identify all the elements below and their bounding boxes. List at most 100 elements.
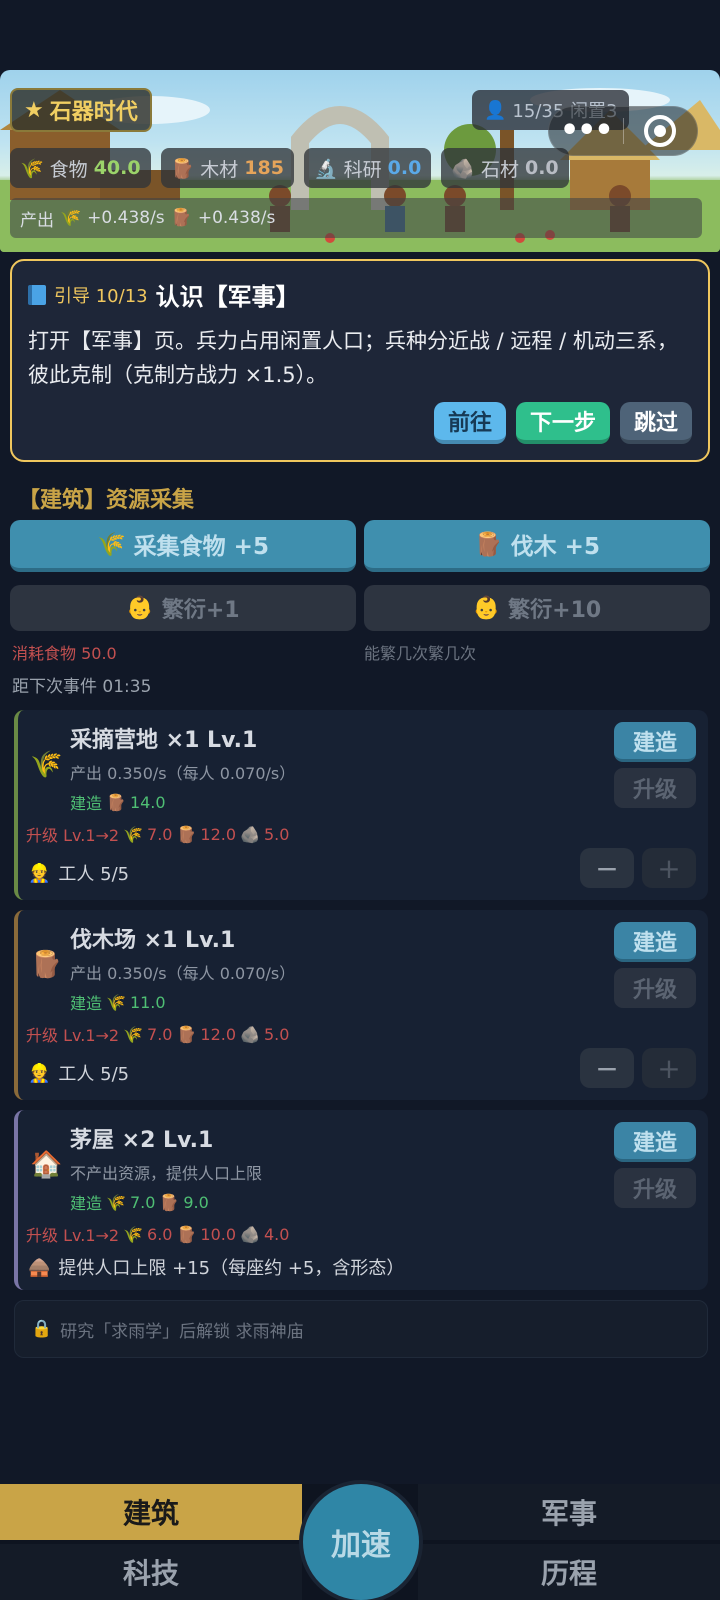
build-cost-wood: 9.0 — [183, 1192, 209, 1212]
add-worker-button[interactable]: + — [642, 1048, 696, 1088]
upgrade-stone: 4.0 — [263, 1224, 290, 1244]
breed-1-button[interactable]: 👶 繁衍+1 — [10, 585, 356, 631]
resource-label: 科研 — [343, 158, 382, 181]
resource-bar: 🌾 食物 40.0 🪵 木材 185 🔬 科研 0.0 🪨 石材 0.0 — [10, 148, 569, 188]
resource-science: 🔬 科研 0.0 — [303, 148, 432, 188]
workers-row: 👷 工人 5/5 — [28, 860, 129, 886]
breed-note: 能繁几次繁几次 — [364, 644, 477, 663]
log-icon: 🪵 — [170, 208, 192, 228]
resource-label: 石材 — [480, 158, 519, 181]
next-step-button[interactable]: 下一步 — [515, 402, 610, 444]
upgrade-wood: 12.0 — [200, 1024, 237, 1044]
log-icon: 🪵 — [176, 1224, 197, 1244]
chop-wood-label: 伐木 +5 — [510, 534, 600, 560]
building-name: 采摘营地 ×1 Lv.1 — [70, 728, 258, 753]
wheat-icon: 🌾 — [123, 824, 144, 844]
build-cost: 建造 🌾 7.0 🪵 9.0 — [70, 1190, 209, 1214]
building-card-gathering-camp: 🌾 采摘营地 ×1 Lv.1 产出 0.350/s（每人 0.070/s） 建造… — [14, 710, 708, 900]
build-button[interactable]: 建造 — [614, 722, 696, 762]
wheat-icon: 🌾 — [123, 1024, 144, 1044]
wheat-icon: 🌾 — [123, 1224, 144, 1244]
build-button[interactable]: 建造 — [614, 1122, 696, 1162]
breed-10-label: 繁衍+10 — [508, 598, 602, 623]
build-cost-label: 建造 — [70, 794, 103, 813]
house-icon: 🏠 — [30, 1150, 63, 1180]
upgrade-stone: 5.0 — [263, 1024, 290, 1044]
log-icon: 🪵 — [176, 824, 197, 844]
workers-row: 👷 工人 5/5 — [28, 1060, 129, 1086]
wheat-icon: 🌾 — [30, 750, 63, 780]
upgrade-button[interactable]: 升级 — [614, 968, 696, 1008]
workers-label: 工人 5/5 — [58, 864, 130, 885]
close-miniprogram-button[interactable] — [624, 115, 698, 147]
baby-icon: 👶 — [472, 595, 501, 621]
era-badge: ★ 石器时代 — [10, 88, 152, 132]
resource-value: 40.0 — [93, 157, 141, 179]
tab-tech[interactable]: 科技 — [0, 1544, 302, 1600]
upgrade-cost: 升级 Lv.1→2 🌾 7.0 🪵 12.0 🪨 5.0 — [26, 1022, 289, 1046]
remove-worker-button[interactable]: − — [580, 848, 634, 888]
era-label: 石器时代 — [49, 100, 138, 125]
stone-icon: 🪨 — [240, 824, 260, 844]
workers-label: 工人 5/5 — [58, 1064, 130, 1085]
upgrade-label: 升级 Lv.1→2 — [26, 1026, 120, 1045]
build-cost-food: 7.0 — [129, 1192, 156, 1212]
upgrade-cost: 升级 Lv.1→2 🌾 6.0 🪵 10.0 🪨 4.0 — [26, 1222, 289, 1246]
building-desc: 产出 0.350/s（每人 0.070/s） — [70, 764, 296, 783]
upgrade-label: 升级 Lv.1→2 — [26, 1226, 120, 1245]
upgrade-stone: 5.0 — [263, 824, 290, 844]
build-cost: 建造 🪵 14.0 — [70, 790, 166, 814]
build-button[interactable]: 建造 — [614, 922, 696, 962]
upgrade-wood: 10.0 — [200, 1224, 237, 1244]
skip-button[interactable]: 跳过 — [619, 402, 692, 444]
chop-wood-button[interactable]: 🪵 伐木 +5 — [364, 520, 710, 572]
speed-up-button[interactable]: 加速 — [303, 1484, 419, 1600]
miniprogram-capsule: ••• — [548, 106, 698, 156]
resource-food: 🌾 食物 40.0 — [10, 148, 151, 188]
upgrade-cost: 升级 Lv.1→2 🌾 7.0 🪵 12.0 🪨 5.0 — [26, 822, 289, 846]
wheat-icon: 🌾 — [97, 531, 126, 558]
worker-icon: 👷 — [28, 1062, 51, 1084]
production-label: 产出 — [20, 210, 54, 231]
resource-value: 0.0 — [387, 157, 422, 179]
tutorial-text: 打开【军事】页。兵力占用闲置人口；兵种分近战 / 远程 / 机动三系，彼此克制（… — [28, 329, 678, 387]
building-desc: 不产出资源，提供人口上限 — [70, 1164, 263, 1183]
log-icon: 🪵 — [474, 531, 503, 558]
add-worker-button[interactable]: + — [642, 848, 696, 888]
locked-building-row: 🔒 研究「求雨学」后解锁 求雨神庙 — [14, 1300, 708, 1358]
tab-military[interactable]: 军事 — [418, 1484, 720, 1540]
log-icon: 🪵 — [159, 1192, 180, 1212]
resource-label: 食物 — [49, 158, 88, 181]
tab-build[interactable]: 建筑 — [0, 1484, 302, 1540]
book-icon — [28, 284, 46, 305]
upgrade-food: 7.0 — [147, 824, 173, 844]
resource-value: 0.0 — [524, 157, 559, 179]
gather-food-button[interactable]: 🌾 采集食物 +5 — [10, 520, 356, 572]
goto-button[interactable]: 前往 — [433, 402, 506, 444]
section-title: 【建筑】资源采集 — [18, 488, 195, 513]
wood-rate: +0.438/s — [197, 208, 276, 228]
building-name: 伐木场 ×1 Lv.1 — [70, 928, 236, 953]
wheat-icon: 🌾 — [106, 992, 126, 1012]
wheat-icon: 🌾 — [60, 208, 82, 228]
era-banner: ★ 石器时代 👤 15/35 闲置3 🌾 食物 40.0 🪵 木材 185 🔬 … — [0, 70, 720, 252]
more-icon[interactable]: ••• — [549, 116, 623, 146]
upgrade-button[interactable]: 升级 — [614, 768, 696, 808]
microscope-icon: 🔬 — [313, 157, 338, 180]
log-icon: 🪵 — [30, 950, 63, 980]
stone-icon: 🪨 — [240, 1224, 260, 1244]
log-icon: 🪵 — [176, 1024, 197, 1044]
remove-worker-button[interactable]: − — [580, 1048, 634, 1088]
population-provide-row: 🛖 提供人口上限 +15（每座约 +5，含形态） — [28, 1254, 404, 1280]
upgrade-button[interactable]: 升级 — [614, 1168, 696, 1208]
building-card-hut: 🏠 茅屋 ×2 Lv.1 不产出资源，提供人口上限 建造 🌾 7.0 🪵 9.0 升… — [14, 1110, 708, 1290]
upgrade-label: 升级 Lv.1→2 — [26, 826, 120, 845]
tutorial-header: 引导 10/13 认识【军事】 — [28, 277, 692, 312]
breed-10-button[interactable]: 👶 繁衍+10 — [364, 585, 710, 631]
breed-1-label: 繁衍+1 — [161, 598, 240, 623]
next-event-timer: 距下次事件 01:35 — [12, 677, 152, 697]
target-icon — [644, 115, 677, 147]
lock-icon: 🔒 — [31, 1319, 53, 1339]
tab-history[interactable]: 历程 — [418, 1544, 720, 1600]
star-icon: ★ — [24, 97, 44, 123]
